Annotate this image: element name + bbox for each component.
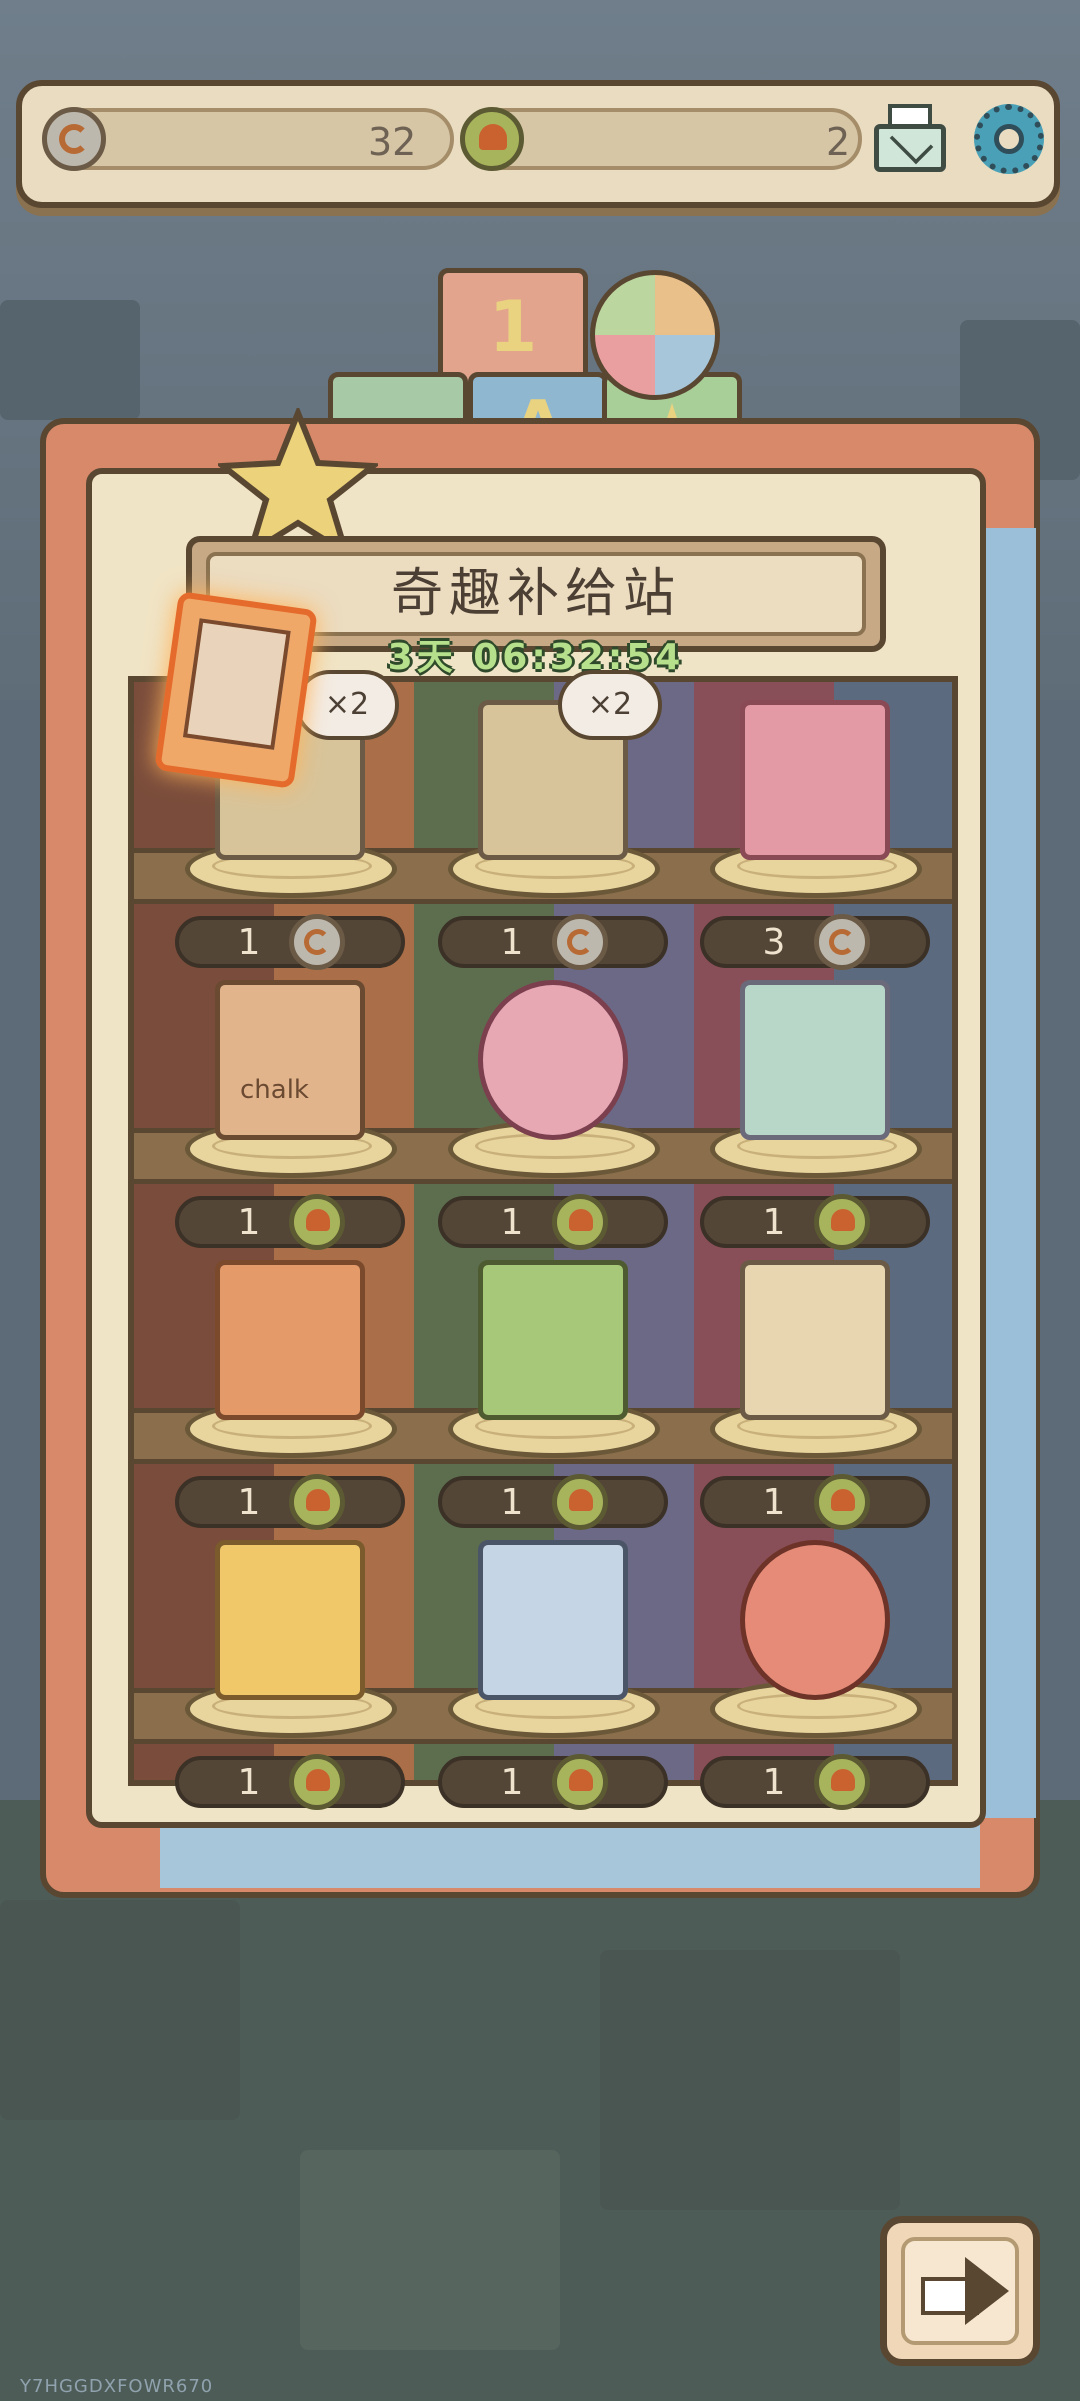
shell-coin-icon [289, 1194, 345, 1250]
price-value: 1 [237, 1762, 261, 1803]
settings-button[interactable] [970, 100, 1048, 178]
shell-coin-icon [552, 1194, 608, 1250]
price-tag[interactable]: 1 [175, 1194, 405, 1250]
price-tag[interactable]: 1 [700, 1754, 930, 1810]
jelly-cups-icon [740, 980, 890, 1140]
swirl-coin-counter: 32 [42, 107, 454, 171]
price-value: 1 [237, 1202, 261, 1243]
jerky-pack-icon [740, 1260, 890, 1420]
swirl-coin-icon [289, 914, 345, 970]
watermark: Y7HGGDXFOWR670 [20, 2376, 214, 2397]
shop-item-pink-tin[interactable]: 1 [428, 970, 678, 1250]
next-button[interactable] [880, 2216, 1040, 2366]
scenery-block [0, 1900, 240, 2120]
mail-button[interactable] [870, 102, 952, 178]
scenery-block [600, 1950, 900, 2210]
price-value: 3 [762, 922, 786, 963]
shell-coin-icon [814, 1474, 870, 1530]
shell-coin-icon [814, 1194, 870, 1250]
price-value: 1 [237, 922, 261, 963]
ticket-card-icon [215, 1540, 365, 1700]
price-tag[interactable]: 1 [700, 1474, 930, 1530]
shell-coin-icon [289, 1754, 345, 1810]
shell-coin-icon [552, 1754, 608, 1810]
green-popsicle-icon [478, 1260, 628, 1420]
shell-coin-icon [552, 1474, 608, 1530]
shell-coin-icon [289, 1474, 345, 1530]
tower-badge-icon [740, 1540, 890, 1700]
price-value: 1 [762, 1762, 786, 1803]
price-tag[interactable]: 1 [175, 1754, 405, 1810]
popping-candy-icon [215, 1260, 365, 1420]
pink-tin-icon [478, 980, 628, 1140]
price-tag[interactable]: 1 [438, 1194, 668, 1250]
shop-item-ticket-card[interactable]: 1 [165, 1530, 415, 1810]
shell-coin-icon [814, 1754, 870, 1810]
shop-item-tower-badge[interactable]: 1 [690, 1530, 940, 1810]
shell-coin-count: 2 [826, 120, 851, 164]
price-tag[interactable]: 1 [438, 1474, 668, 1530]
swirl-coin-icon [42, 107, 106, 171]
chalk-box-icon: chalk [215, 980, 365, 1140]
price-value: 1 [237, 1482, 261, 1523]
block-1: 1 [438, 268, 588, 388]
quantity-bubble: ×2 [558, 670, 662, 740]
item-label: chalk [240, 1075, 309, 1105]
price-value: 1 [500, 1202, 524, 1243]
price-tag[interactable]: 1 [700, 1194, 930, 1250]
swirl-coin-icon [814, 914, 870, 970]
price-tag[interactable]: 1 [175, 1474, 405, 1530]
shop-item-green-popsicle[interactable]: 1 [428, 1250, 678, 1530]
price-tag[interactable]: 1 [175, 914, 405, 970]
top-bar: 32 2 [16, 80, 1060, 208]
price-value: 1 [762, 1202, 786, 1243]
shop-item-jerky-pack[interactable]: 1 [690, 1250, 940, 1530]
eraser-icon [478, 1540, 628, 1700]
shop-item-popping-candy[interactable]: 1 [165, 1250, 415, 1530]
price-value: 1 [500, 1482, 524, 1523]
card-badge-icon[interactable] [154, 591, 318, 789]
shop-item-eraser[interactable]: 1 [428, 1530, 678, 1810]
pinwheel-icon [590, 270, 720, 400]
swirl-coin-count: 32 [368, 120, 417, 164]
price-tag[interactable]: 1 [438, 1754, 668, 1810]
shell-coin-counter: 2 [460, 107, 862, 171]
shop-item-snack-bag[interactable]: ×2 1 [428, 670, 678, 970]
block-1-label: 1 [488, 286, 538, 368]
scenery-block [300, 2150, 560, 2350]
price-value: 1 [500, 1762, 524, 1803]
swirl-coin-icon [552, 914, 608, 970]
price-value: 1 [500, 922, 524, 963]
scenery-block [0, 300, 140, 420]
shop-item-sticker-card[interactable]: 3 [690, 690, 940, 970]
price-value: 1 [762, 1482, 786, 1523]
price-tag[interactable]: 1 [438, 914, 668, 970]
quantity-bubble: ×2 [295, 670, 399, 740]
shell-coin-icon [460, 107, 524, 171]
price-tag[interactable]: 3 [700, 914, 930, 970]
shop-item-chalk-box[interactable]: chalk 1 [165, 970, 415, 1250]
sticker-card-icon [740, 700, 890, 860]
shop-item-jelly-cups[interactable]: 1 [690, 970, 940, 1250]
